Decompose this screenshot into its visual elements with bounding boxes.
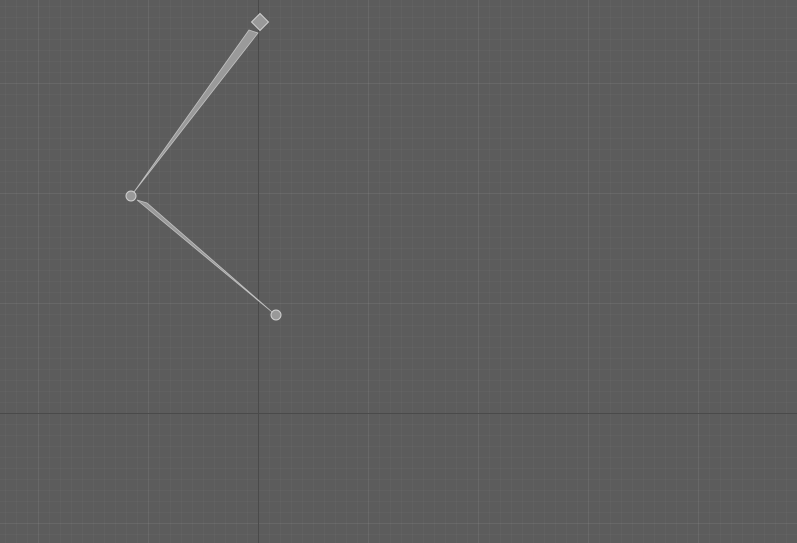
3d-viewport[interactable] [0, 0, 797, 543]
root-joint-icon[interactable] [250, 12, 270, 32]
end-joint-icon[interactable] [270, 309, 282, 321]
elbow-joint-icon[interactable] [125, 190, 137, 202]
lower-bone[interactable] [136, 199, 273, 313]
upper-bone[interactable] [133, 29, 259, 193]
armature[interactable] [0, 0, 797, 543]
